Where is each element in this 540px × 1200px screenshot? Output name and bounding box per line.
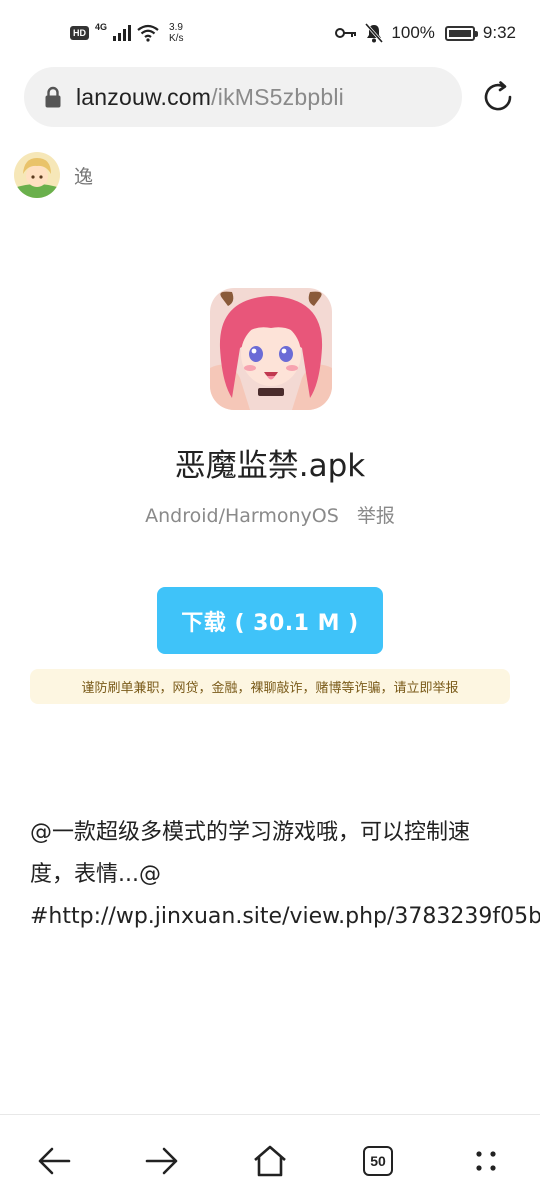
uploader-info[interactable]: 逸: [14, 152, 93, 198]
network-speed: 3.9 K/s: [169, 22, 183, 44]
report-link[interactable]: 举报: [357, 505, 395, 527]
battery-percent: 100%: [391, 23, 435, 42]
speed-unit: K/s: [169, 33, 184, 44]
app-meta: Android/HarmonyOS 举报: [0, 501, 540, 528]
app-icon-image: [210, 288, 332, 410]
avatar-image: [14, 152, 60, 198]
more-button[interactable]: [464, 1139, 508, 1183]
more-icon: [476, 1151, 496, 1171]
refresh-icon: [484, 81, 512, 111]
address-bar[interactable]: lanzouw.com/ikMS5zbpbli: [24, 67, 462, 127]
clock: 9:32: [482, 23, 516, 42]
description-line-3: #http://wp.jinxuan.site/view.php/3783239…: [30, 904, 540, 929]
url-path: /ikMS5zbpbli: [211, 83, 344, 110]
mute-bell-icon: [365, 23, 384, 43]
description: @一款超级多模式的学习游戏哦，可以控制速 度，表情...@ #http://wp…: [30, 812, 540, 938]
status-bar: HD 4G 3.9 K/s 100% 9:32: [0, 0, 540, 66]
battery-icon: [444, 25, 478, 41]
back-arrow-icon: [38, 1147, 71, 1175]
app-title: 恶魔监禁.apk: [174, 448, 366, 484]
platform-label: Android/HarmonyOS: [145, 505, 339, 527]
speed-value: 3.9: [169, 22, 183, 33]
home-icon: [254, 1145, 286, 1177]
key-icon: [335, 28, 357, 38]
description-line-1: @一款超级多模式的学习游戏哦，可以控制速: [30, 820, 471, 845]
hd-badge: HD: [70, 26, 89, 40]
app-icon: [210, 288, 332, 410]
back-button[interactable]: [32, 1139, 76, 1183]
url-domain: lanzouw.com: [76, 83, 212, 110]
url-text: lanzouw.com/ikMS5zbpbli: [76, 84, 344, 111]
lock-icon: [45, 86, 61, 108]
forward-arrow-icon: [145, 1147, 178, 1175]
fraud-warning: 谨防刷单兼职，网贷，金融，裸聊敲诈，赌博等诈骗，请立即举报: [30, 669, 510, 704]
status-left: HD 4G 3.9 K/s: [70, 20, 183, 46]
status-right: 100% 9:32: [335, 20, 516, 46]
forward-button[interactable]: [140, 1139, 184, 1183]
network-type: 4G: [95, 22, 108, 32]
bottom-navigation: 50: [0, 1114, 540, 1200]
description-line-2: 度，表情...@: [30, 862, 161, 887]
avatar[interactable]: [14, 152, 60, 198]
battery-fill: [448, 29, 471, 37]
home-button[interactable]: [248, 1139, 292, 1183]
refresh-button[interactable]: [478, 77, 518, 117]
download-button[interactable]: 下载 ( 30.1 M ): [157, 587, 383, 654]
tabs-icon: 50: [363, 1146, 393, 1176]
uploader-name[interactable]: 逸: [74, 162, 93, 189]
tabs-button[interactable]: 50: [356, 1139, 400, 1183]
signal-icon: [113, 25, 132, 41]
wifi-icon: [137, 24, 159, 42]
